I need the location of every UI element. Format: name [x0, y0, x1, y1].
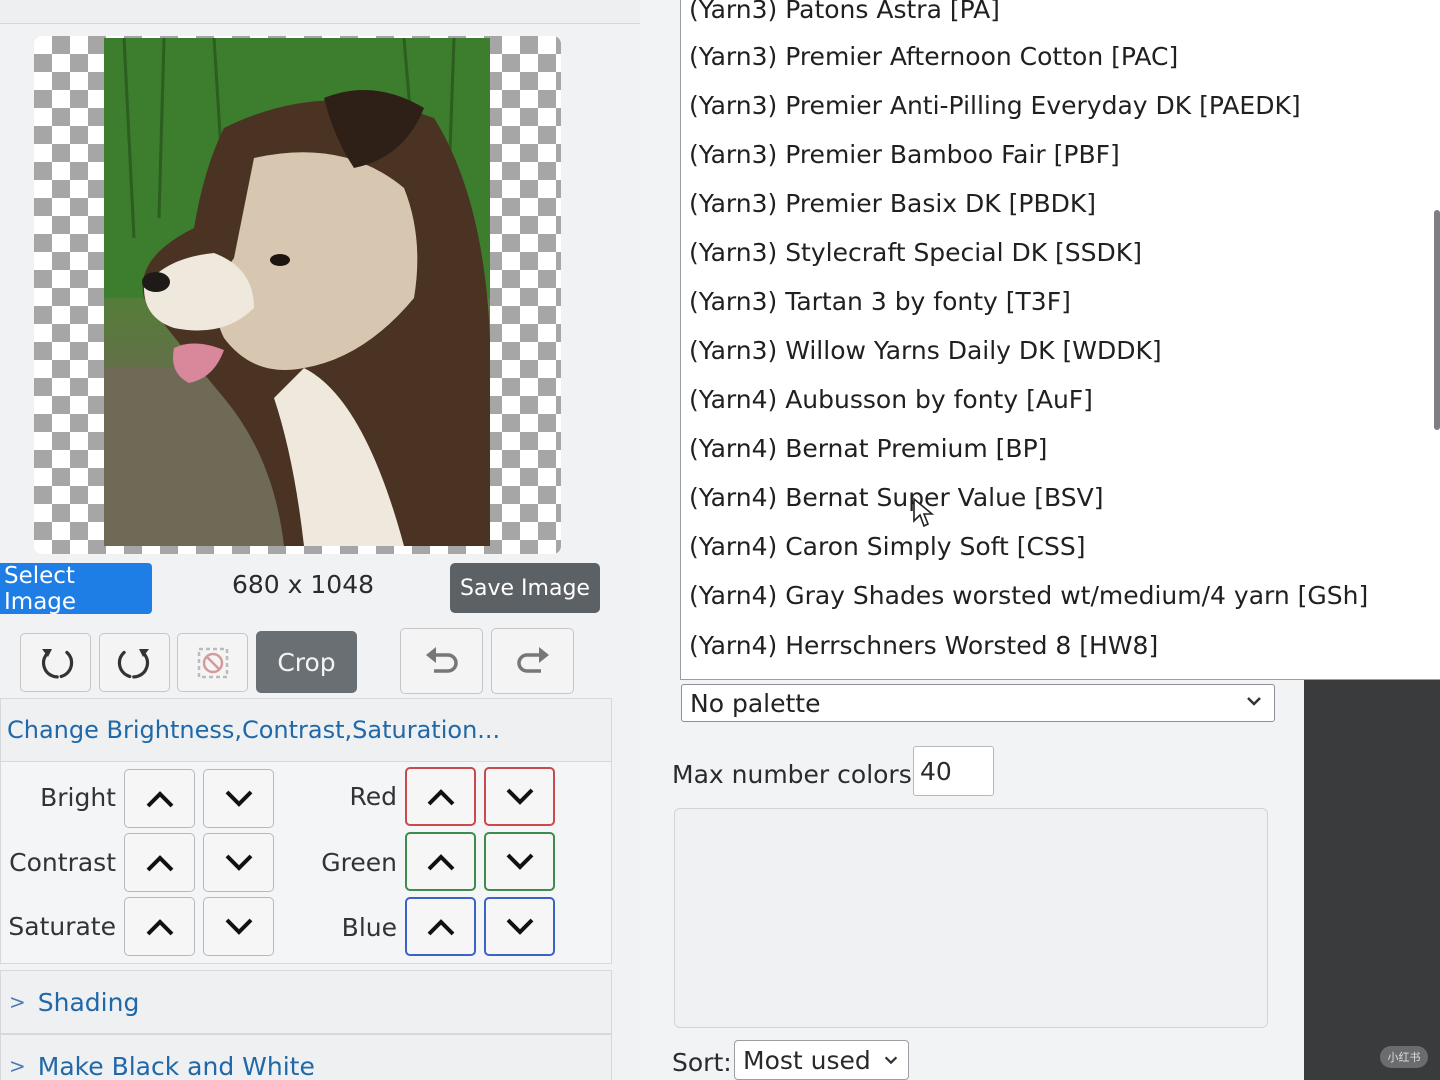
caret-right-icon: > — [9, 990, 26, 1014]
chevron-up-icon — [146, 854, 173, 871]
sort-label: Sort: — [672, 1048, 732, 1077]
dropdown-option[interactable]: (Yarn3) Premier Basix DK [PBDK] — [689, 180, 1429, 226]
select-image-button[interactable]: Select Image — [0, 562, 152, 615]
adjust-section-header[interactable]: Change Brightness,Contrast,Saturation... — [0, 698, 612, 762]
blue-down-button[interactable] — [484, 897, 555, 956]
saturate-down-button[interactable] — [203, 897, 274, 956]
rotate-left-button[interactable] — [20, 633, 91, 692]
chevron-down-icon — [1247, 697, 1261, 706]
dropdown-option[interactable]: (Yarn4) Bernat Super Value [BSV] — [689, 474, 1429, 520]
dropdown-option[interactable]: (Yarn4) Bernat Premium [BP] — [689, 425, 1429, 471]
contrast-up-button[interactable] — [124, 833, 195, 892]
chevron-down-icon — [225, 918, 252, 935]
blue-label: Blue — [341, 913, 397, 942]
saturate-label: Saturate — [8, 912, 116, 941]
palette-selected-value: No palette — [690, 688, 821, 718]
sort-select[interactable]: Most used — [734, 1040, 909, 1080]
chevron-down-icon — [225, 790, 252, 807]
reset-icon — [197, 647, 228, 678]
background-edge — [1304, 620, 1440, 1080]
image-preview — [34, 36, 561, 554]
undo-icon — [425, 647, 458, 673]
chevron-up-icon — [427, 788, 454, 805]
redo-icon — [516, 647, 549, 673]
shading-title: Shading — [37, 987, 140, 1017]
rotate-right-button[interactable] — [99, 633, 170, 692]
red-down-button[interactable] — [484, 767, 555, 826]
adjust-section-title: Change Brightness,Contrast,Saturation... — [7, 716, 501, 744]
color-swatches-area — [674, 808, 1268, 1028]
contrast-down-button[interactable] — [203, 833, 274, 892]
dropdown-option[interactable]: (Yarn3) Stylecraft Special DK [SSDK] — [689, 229, 1429, 275]
chevron-down-icon — [506, 853, 533, 870]
dropdown-option[interactable]: (Yarn3) Premier Anti-Pilling Everyday DK… — [689, 82, 1429, 128]
bright-label: Bright — [40, 783, 116, 812]
crop-button[interactable]: Crop — [256, 631, 357, 693]
chevron-up-icon — [146, 918, 173, 935]
black-white-section-header[interactable]: > Make Black and White — [0, 1034, 612, 1080]
top-strip — [0, 0, 640, 24]
save-image-label: Save Image — [460, 575, 590, 601]
chevron-down-icon — [225, 854, 252, 871]
contrast-label: Contrast — [9, 848, 116, 877]
saturate-up-button[interactable] — [124, 897, 195, 956]
chevron-up-icon — [146, 790, 173, 807]
save-image-button[interactable]: Save Image — [450, 563, 600, 613]
palette-dropdown-list: (Yarn3) Patons Astra [PA] (Yarn3) Premie… — [680, 0, 1440, 680]
dropdown-option[interactable]: (Yarn3) Premier Bamboo Fair [PBF] — [689, 131, 1429, 177]
bright-down-button[interactable] — [203, 769, 274, 828]
redo-button[interactable] — [491, 628, 574, 694]
undo-button[interactable] — [400, 628, 483, 694]
dropdown-option[interactable]: (Yarn3) Patons Astra [PA] — [689, 0, 1429, 32]
sort-selected-value: Most used — [743, 1045, 871, 1075]
crop-label: Crop — [277, 647, 336, 677]
mouse-cursor-icon — [913, 497, 934, 528]
watermark-logo: 小红书 — [1380, 1046, 1428, 1068]
rotate-right-icon — [117, 646, 149, 679]
red-label: Red — [349, 782, 398, 811]
dropdown-option[interactable]: (Yarn4) Herrschners Worsted 8 [HW8] — [689, 622, 1429, 668]
caret-right-icon: > — [9, 1054, 26, 1078]
bright-up-button[interactable] — [124, 769, 195, 828]
chevron-up-icon — [427, 853, 454, 870]
dropdown-option[interactable]: (Yarn3) Willow Yarns Daily DK [WDDK] — [689, 327, 1429, 373]
dropdown-option[interactable]: (Yarn4) Gray Shades worsted wt/medium/4 … — [689, 572, 1429, 618]
green-down-button[interactable] — [484, 832, 555, 891]
green-up-button[interactable] — [405, 832, 476, 891]
chevron-up-icon — [427, 918, 454, 935]
shading-section-header[interactable]: > Shading — [0, 970, 612, 1034]
rotate-left-icon — [41, 646, 73, 679]
image-dimensions: 680 x 1048 — [232, 570, 375, 599]
chevron-down-icon — [506, 788, 533, 805]
dropdown-option[interactable]: (Yarn4) Aubusson by fonty [AuF] — [689, 376, 1429, 422]
max-colors-input[interactable]: 40 — [913, 746, 994, 796]
dropdown-option[interactable]: (Yarn3) Tartan 3 by fonty [T3F] — [689, 278, 1429, 324]
max-colors-label: Max number colors: — [672, 760, 921, 789]
dropdown-option[interactable]: (Yarn3) Premier Afternoon Cotton [PAC] — [689, 33, 1429, 79]
blue-up-button[interactable] — [405, 897, 476, 956]
reset-button[interactable] — [177, 633, 248, 692]
green-label: Green — [321, 848, 397, 877]
chevron-down-icon — [884, 1056, 898, 1065]
dropdown-scrollbar[interactable] — [1434, 210, 1440, 430]
black-white-title: Make Black and White — [37, 1051, 315, 1080]
palette-select[interactable]: No palette — [681, 684, 1275, 722]
select-image-label: Select Image — [4, 562, 77, 615]
dropdown-option[interactable]: (Yarn4) Caron Simply Soft [CSS] — [689, 523, 1429, 569]
chevron-down-icon — [506, 918, 533, 935]
red-up-button[interactable] — [405, 767, 476, 826]
image-editor-panel: Select Image 680 x 1048 Save Image Crop — [0, 0, 640, 1080]
dog-photo — [104, 38, 490, 546]
